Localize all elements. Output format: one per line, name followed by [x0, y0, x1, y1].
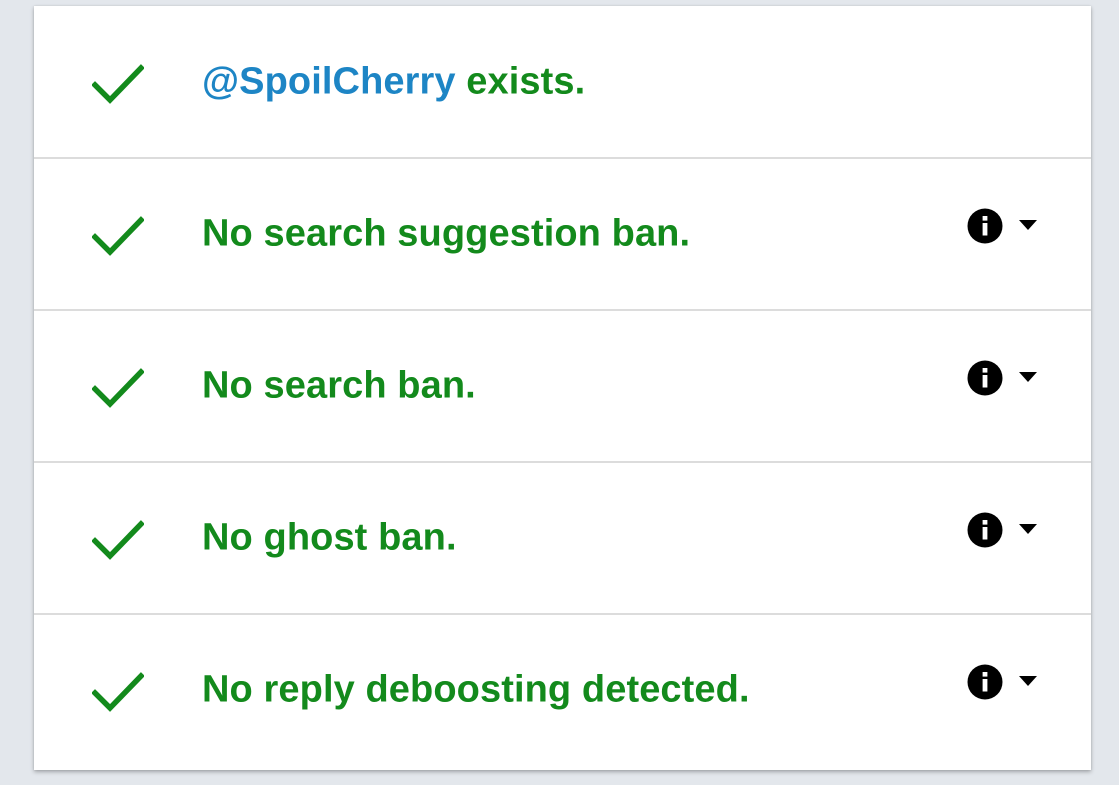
result-controls — [967, 512, 1037, 548]
caret-down-icon[interactable] — [1019, 524, 1037, 534]
check-icon — [92, 368, 144, 408]
info-icon[interactable] — [967, 664, 1003, 700]
profile-handle-link[interactable]: @SpoilCherry — [202, 60, 456, 102]
result-label: No search suggestion ban. — [202, 212, 691, 255]
caret-down-icon[interactable] — [1019, 220, 1037, 230]
result-controls — [967, 360, 1037, 396]
caret-down-icon[interactable] — [1019, 676, 1037, 686]
result-row-search-ban: No search ban. — [34, 309, 1091, 461]
result-row-ghost-ban: No ghost ban. — [34, 461, 1091, 613]
result-row-exists: @SpoilCherry exists. — [34, 6, 1091, 157]
caret-down-icon[interactable] — [1019, 372, 1037, 382]
check-icon — [92, 63, 144, 104]
result-label: No ghost ban. — [202, 516, 457, 559]
info-icon[interactable] — [967, 512, 1003, 548]
result-controls — [967, 664, 1037, 700]
result-text: @SpoilCherry exists. — [202, 60, 585, 103]
check-icon — [92, 216, 144, 256]
result-label: No search ban. — [202, 364, 476, 407]
result-row-reply-deboosting: No reply deboosting detected. — [34, 613, 1091, 765]
results-card: @SpoilCherry exists. No search suggestio… — [34, 6, 1091, 770]
result-row-search-suggestion-ban: No search suggestion ban. — [34, 157, 1091, 309]
result-label: No reply deboosting detected. — [202, 668, 750, 711]
info-icon[interactable] — [967, 360, 1003, 396]
check-icon — [92, 520, 144, 560]
result-label: exists. — [455, 60, 586, 102]
result-controls — [967, 208, 1037, 244]
info-icon[interactable] — [967, 208, 1003, 244]
check-icon — [92, 672, 144, 712]
